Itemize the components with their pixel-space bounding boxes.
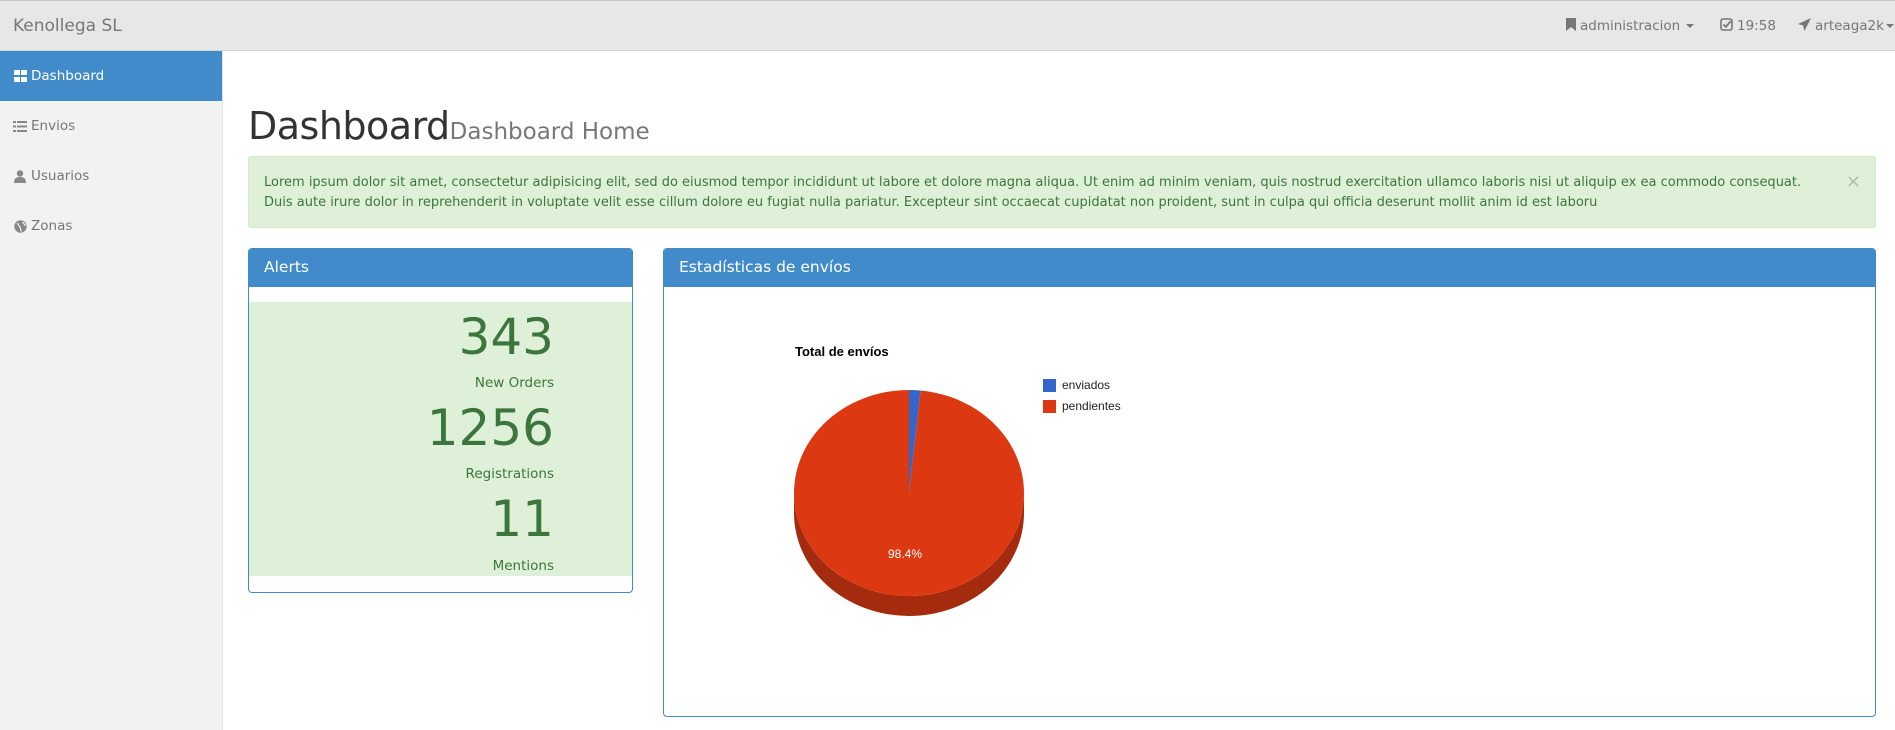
stat-mentions-label: Mentions	[492, 558, 554, 574]
sidebar-item-dashboard[interactable]: Dashboard	[0, 51, 222, 101]
sidebar-item-label: Envios	[31, 118, 76, 134]
close-icon[interactable]: ×	[1846, 173, 1861, 191]
legend-label-pendientes: pendientes	[1062, 399, 1121, 413]
list-icon	[13, 119, 27, 133]
check-square-icon	[1720, 17, 1733, 35]
globe-icon	[13, 219, 27, 233]
stat-new-orders-value: 343	[458, 308, 554, 366]
page-subtitle: Dashboard Home	[449, 119, 650, 145]
time-label: 19:58	[1737, 18, 1776, 34]
chart-title: Total de envíos	[795, 344, 889, 359]
legend-item-enviados: enviados	[1043, 378, 1110, 392]
sidebar: Dashboard Envios Usuarios Zonas	[0, 51, 223, 730]
alerts-body: 343 New Orders 1256 Registrations 11 Men…	[249, 302, 632, 576]
top-navbar: Kenollega SL administracion 19:58 arteag…	[0, 0, 1895, 51]
pie-slice-label: 98.4%	[888, 547, 922, 561]
legend-item-pendientes: pendientes	[1043, 399, 1121, 413]
admin-dropdown[interactable]: administracion	[1566, 1, 1695, 51]
sidebar-item-label: Usuarios	[31, 168, 90, 184]
sidebar-item-label: Dashboard	[31, 68, 105, 84]
sidebar-item-label: Zonas	[31, 218, 73, 234]
user-icon	[13, 169, 27, 183]
info-alert: Lorem ipsum dolor sit amet, consectetur …	[248, 156, 1876, 228]
send-icon	[1798, 17, 1811, 35]
grid-icon	[13, 69, 27, 83]
bookmark-icon	[1566, 17, 1576, 35]
brand-link[interactable]: Kenollega SL	[13, 16, 122, 36]
chevron-down-icon	[1686, 24, 1695, 28]
stat-registrations-value: 1256	[426, 399, 554, 457]
stats-panel-title: Estadísticas de envíos	[664, 249, 1875, 287]
pie-chart: 98.4%	[794, 390, 1024, 616]
admin-label: administracion	[1580, 18, 1681, 34]
page-title-text: Dashboard	[248, 104, 450, 148]
chevron-down-icon	[1885, 24, 1894, 28]
alerts-panel-title: Alerts	[249, 249, 632, 287]
legend-label-enviados: enviados	[1062, 378, 1111, 392]
pie-slice-pendientes	[794, 390, 1024, 596]
stat-new-orders-label: New Orders	[474, 375, 554, 391]
stat-registrations-label: Registrations	[465, 466, 554, 482]
sidebar-item-usuarios[interactable]: Usuarios	[0, 151, 222, 201]
user-label: arteaga2k	[1815, 18, 1884, 34]
alert-text: Lorem ipsum dolor sit amet, consectetur …	[264, 175, 1802, 210]
user-dropdown[interactable]: arteaga2k	[1798, 1, 1894, 51]
sidebar-item-zonas[interactable]: Zonas	[0, 201, 222, 251]
sidebar-item-envios[interactable]: Envios	[0, 101, 222, 151]
alerts-panel: Alerts 343 New Orders 1256 Registrations…	[248, 248, 633, 593]
page-title: DashboardDashboard Home	[248, 104, 650, 148]
clock-status[interactable]: 19:58	[1720, 1, 1776, 51]
stat-mentions-value: 11	[490, 490, 554, 548]
